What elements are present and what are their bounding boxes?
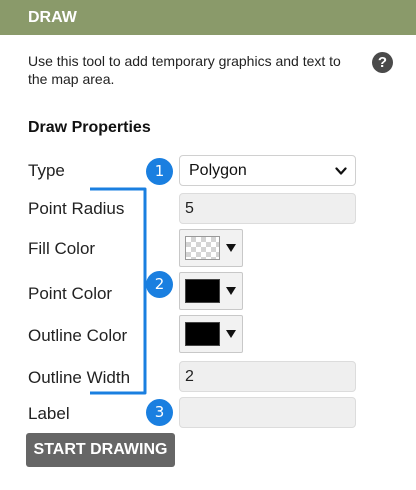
type-select[interactable]: Polygon [179, 155, 356, 186]
caret-down-icon [226, 244, 236, 252]
start-drawing-button[interactable]: START DRAWING [26, 433, 175, 467]
callout-badge-1: 1 [146, 158, 173, 185]
callout-badge-3: 3 [146, 399, 173, 426]
help-icon[interactable]: ? [372, 52, 393, 73]
label-input[interactable] [179, 397, 356, 428]
callout-bracket [90, 187, 147, 395]
point-color-picker[interactable] [179, 272, 243, 310]
fill-color-picker[interactable] [179, 229, 243, 267]
fill-color-swatch [185, 236, 220, 260]
point-color-swatch [185, 279, 220, 303]
outline-color-swatch [185, 322, 220, 346]
caret-down-icon [226, 330, 236, 338]
outline-color-picker[interactable] [179, 315, 243, 353]
outline-width-input[interactable]: 2 [179, 361, 356, 392]
type-select-value: Polygon [189, 162, 247, 179]
point-radius-input[interactable]: 5 [179, 193, 356, 224]
caret-down-icon [226, 287, 236, 295]
section-title: Draw Properties [28, 119, 151, 136]
panel-description: Use this tool to add temporary graphics … [28, 53, 341, 87]
chevron-down-icon [335, 167, 347, 175]
fill-color-label: Fill Color [28, 239, 96, 258]
type-label: Type [28, 161, 65, 180]
label-label: Label [28, 404, 70, 423]
callout-badge-2: 2 [146, 271, 173, 298]
panel-title: DRAW [0, 0, 416, 35]
